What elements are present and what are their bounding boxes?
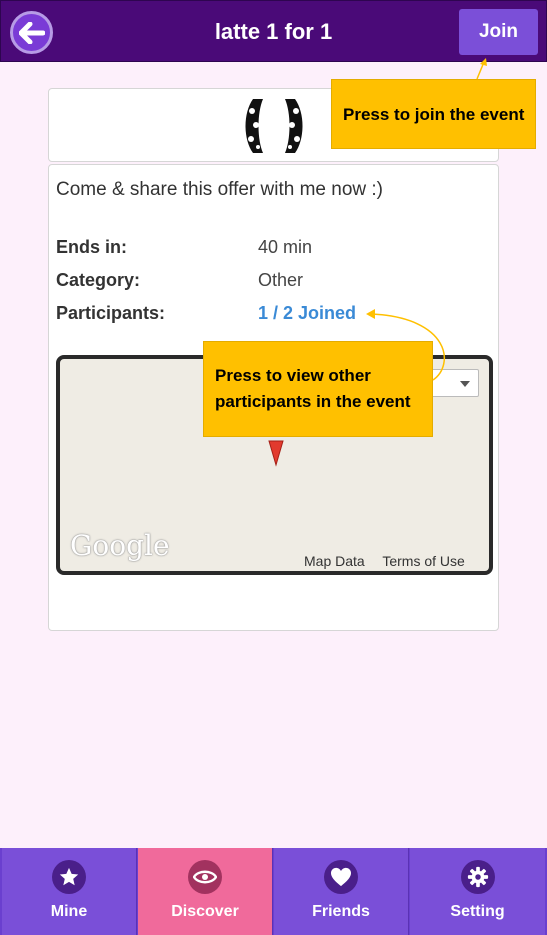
star-icon: [52, 860, 86, 894]
map-type-select[interactable]: [431, 369, 479, 397]
join-callout: Press to join the event: [331, 79, 536, 149]
nav-label-friends: Friends: [312, 903, 370, 920]
bottom-navigation: Mine Discover Friends Setting: [0, 848, 547, 935]
nav-tab-discover[interactable]: Discover: [138, 848, 273, 935]
arrow-left-icon: [18, 21, 45, 44]
join-callout-arrow: [476, 61, 485, 80]
join-button[interactable]: Join: [459, 9, 538, 55]
nav-tab-friends[interactable]: Friends: [274, 848, 409, 935]
brand-logo-icon: [245, 99, 303, 153]
nav-label-setting: Setting: [450, 903, 505, 920]
eye-icon: [188, 860, 222, 894]
gear-icon: [460, 860, 495, 894]
map-pin-icon: [268, 440, 284, 467]
category-label: Category:: [56, 270, 141, 290]
chevron-down-icon: [460, 381, 470, 387]
event-description: Come & share this offer with me now :): [56, 179, 383, 200]
nav-tab-setting[interactable]: Setting: [410, 848, 545, 935]
terms-of-use-link[interactable]: Terms of Use: [382, 553, 464, 569]
app-header: latte 1 for 1 Join: [0, 0, 547, 62]
map-data-link[interactable]: Map Data: [304, 553, 365, 569]
heart-icon: [324, 860, 358, 894]
participants-callout: Press to view other participants in the …: [203, 341, 433, 437]
map-footer: Map Data Terms of Use: [304, 553, 479, 569]
google-logo: Google: [70, 529, 170, 562]
ends-in-label: Ends in:: [56, 237, 127, 257]
nav-label-mine: Mine: [50, 903, 88, 920]
ends-in-value: 40 min: [258, 237, 313, 257]
category-value: Other: [258, 270, 304, 290]
back-button[interactable]: [10, 11, 53, 54]
nav-label-discover: Discover: [171, 903, 239, 920]
page-title: latte 1 for 1: [214, 19, 333, 44]
participants-label: Participants:: [56, 303, 166, 323]
participants-link[interactable]: 1 / 2 Joined: [258, 303, 356, 324]
nav-tab-mine[interactable]: Mine: [2, 848, 137, 935]
